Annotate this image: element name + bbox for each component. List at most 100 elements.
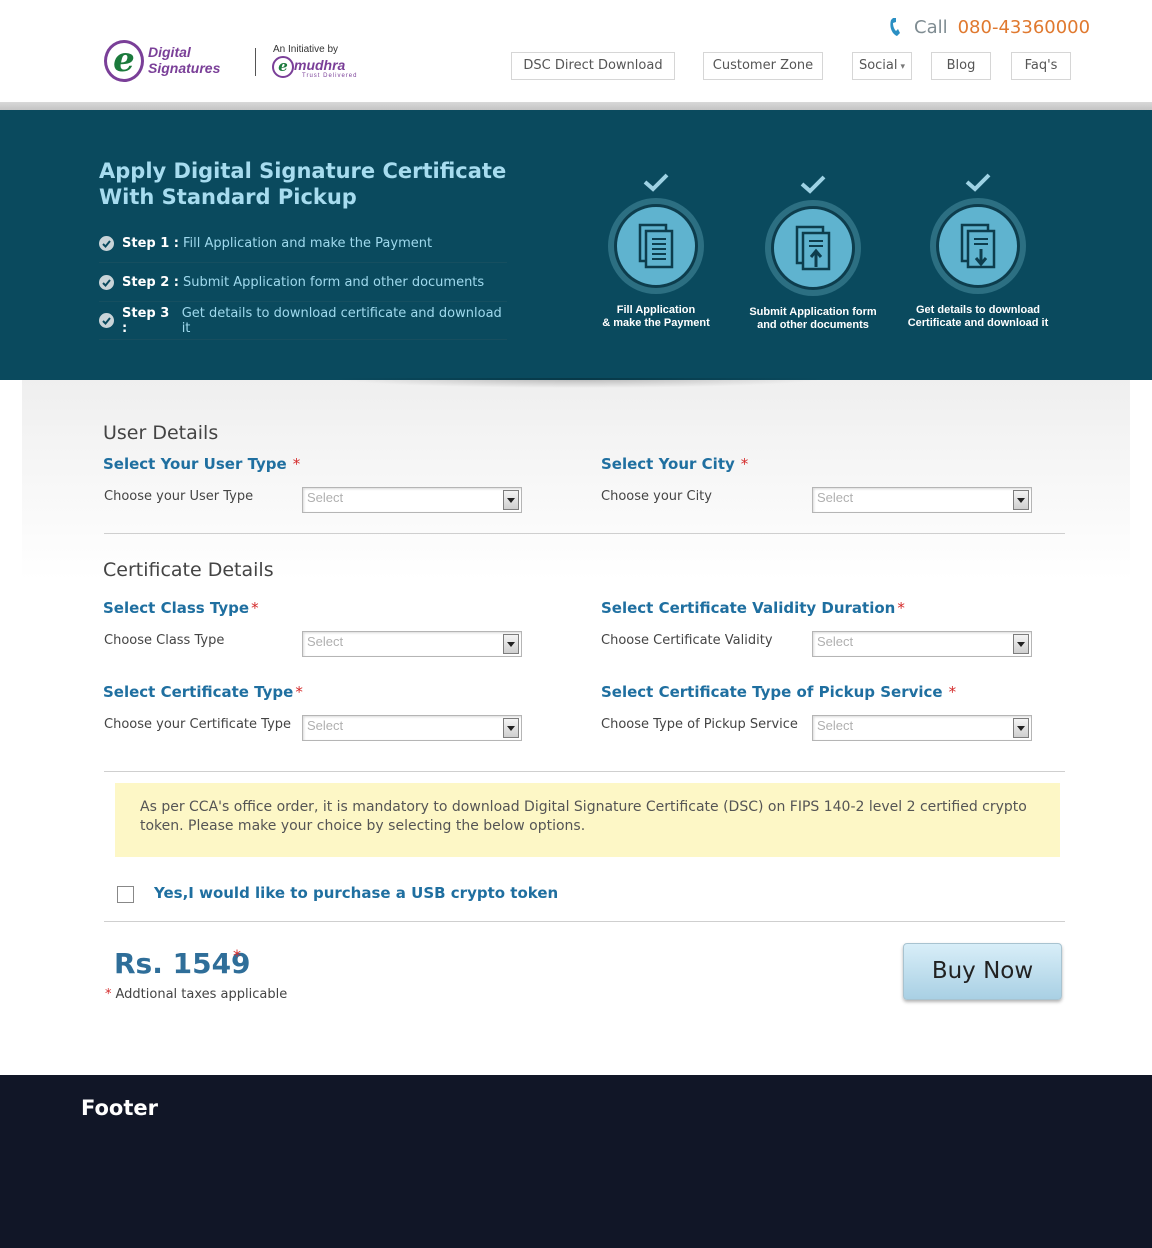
city-select[interactable]: Select [812, 487, 1032, 513]
icon-caption: Fill Application & make the Payment [576, 304, 736, 330]
field-title-text: Select Certificate Validity Duration [601, 599, 896, 617]
user-type-select[interactable]: Select [302, 487, 522, 513]
document-download-icon [960, 223, 996, 269]
check-circle-icon [99, 236, 114, 251]
step-label: Step 2 : [122, 275, 179, 290]
pickup-type-select[interactable]: Select [812, 715, 1032, 741]
emudhra-tagline: Trust Delivered [302, 73, 358, 79]
dropdown-arrow-icon[interactable] [1013, 634, 1029, 654]
checkmark-icon [800, 175, 826, 194]
checkmark-icon [643, 173, 669, 192]
step-label: Step 3 : [122, 305, 170, 336]
call-number[interactable]: 080-43360000 [958, 17, 1090, 38]
select-value: Select [817, 490, 854, 505]
header: e Digital Signatures An Initiative by e … [0, 0, 1152, 102]
required-mark: * [251, 599, 259, 617]
class-type-label: Choose Class Type [104, 633, 225, 648]
select-value: Select [817, 634, 854, 649]
checkmark-icon [965, 173, 991, 192]
dropdown-arrow-icon[interactable] [1013, 718, 1029, 738]
certificate-details-title: Certificate Details [103, 559, 274, 581]
select-value: Select [307, 634, 344, 649]
class-type-select[interactable]: Select [302, 631, 522, 657]
required-mark: * [292, 455, 301, 473]
dropdown-arrow-icon[interactable] [503, 490, 519, 510]
nav-label: Customer Zone [712, 58, 814, 73]
field-title-text: Select Class Type [103, 599, 250, 617]
call-block: Call 080-43360000 [888, 14, 1090, 40]
tax-note: * Addtional taxes applicable [105, 987, 287, 1002]
dropdown-arrow-icon[interactable] [503, 718, 519, 738]
required-mark: * [897, 599, 905, 617]
step-text: Get details to download certificate and … [181, 305, 502, 336]
icon-caption: Submit Application form and other docume… [733, 306, 893, 332]
caption-line2: and other documents [757, 319, 869, 331]
nav-dsc-direct-download[interactable]: DSC Direct Download [511, 52, 675, 80]
field-title-text: Select Your User Type [103, 455, 287, 473]
logo-line1: Digital [148, 44, 191, 60]
step-2: Step 2 : Submit Application form and oth… [99, 264, 507, 302]
logo-e-icon: e [104, 40, 144, 82]
usb-token-label[interactable]: Yes,I would like to purchase a USB crypt… [154, 884, 558, 902]
user-details-title: User Details [103, 422, 219, 444]
logo-separator [255, 48, 256, 76]
field-title-text: Select Your City [601, 455, 735, 473]
step-text: Submit Application form and other docume… [183, 275, 485, 290]
step-3: Step 3 : Get details to download certifi… [99, 302, 507, 340]
price-amount: Rs. 1549 [114, 947, 251, 980]
section-divider [104, 921, 1065, 922]
icon-caption: Get details to download Certificate and … [898, 304, 1058, 330]
icon-ring [930, 198, 1026, 294]
logo-text: Digital Signatures [148, 44, 220, 76]
tax-note-text: Addtional taxes applicable [115, 987, 288, 1002]
user-type-title: Select Your User Type * [103, 455, 300, 473]
logo-line2: Signatures [148, 60, 221, 76]
form-background [22, 380, 1130, 580]
icon-disc [771, 206, 855, 290]
dropdown-arrow-icon[interactable] [1013, 490, 1029, 510]
icon-ring [765, 200, 861, 296]
header-divider [0, 102, 1152, 110]
validity-select[interactable]: Select [812, 631, 1032, 657]
caption-line1: Submit Application form [749, 306, 877, 318]
nav-faqs[interactable]: Faq's [1011, 52, 1071, 80]
nav-label: DSC Direct Download [523, 58, 663, 73]
footer: Footer [0, 1075, 1152, 1248]
pickup-type-title: Select Certificate Type of Pickup Servic… [601, 683, 956, 701]
nav-customer-zone[interactable]: Customer Zone [703, 52, 823, 80]
digital-signatures-logo[interactable]: e Digital Signatures [104, 40, 234, 84]
icon-ring [608, 198, 704, 294]
nav-label: Social [858, 58, 898, 73]
pickup-type-label: Choose Type of Pickup Service [601, 717, 798, 732]
icon-disc [936, 204, 1020, 288]
required-mark: * [740, 455, 749, 473]
city-title: Select Your City * [601, 455, 748, 473]
initiative-text: An Initiative by [273, 44, 339, 55]
nav-blog[interactable]: Blog [931, 52, 991, 80]
usb-token-checkbox[interactable] [117, 886, 134, 903]
check-circle-icon [99, 313, 114, 328]
emudhra-e-icon: e [272, 56, 294, 78]
cert-type-label: Choose your Certificate Type [104, 717, 292, 732]
hero-title: Apply Digital Signature Certificate With… [99, 159, 507, 209]
caption-line2: & make the Payment [602, 317, 710, 329]
field-title-text: Select Certificate Type [103, 683, 294, 701]
check-circle-icon [99, 275, 114, 290]
document-icon [638, 223, 674, 269]
section-divider [104, 533, 1065, 534]
user-type-label: Choose your User Type [104, 489, 254, 504]
cert-type-select[interactable]: Select [302, 715, 522, 741]
caret-down-icon: ▾ [900, 62, 906, 72]
emudhra-logo[interactable]: e mudhra Trust Delivered [272, 56, 362, 82]
select-value: Select [817, 718, 854, 733]
hero-shadow [330, 378, 830, 388]
cert-type-title: Select Certificate Type * [103, 683, 303, 701]
field-title-text: Select Certificate Type of Pickup Servic… [601, 683, 943, 701]
step-1: Step 1 : Fill Application and make the P… [99, 225, 507, 263]
nav-social-dropdown[interactable]: Social ▾ [852, 52, 912, 80]
buy-now-button[interactable]: Buy Now [903, 943, 1062, 1000]
caption-line1: Fill Application [616, 304, 696, 316]
dropdown-arrow-icon[interactable] [503, 634, 519, 654]
required-mark: * [105, 987, 112, 1002]
class-type-title: Select Class Type * [103, 599, 259, 617]
